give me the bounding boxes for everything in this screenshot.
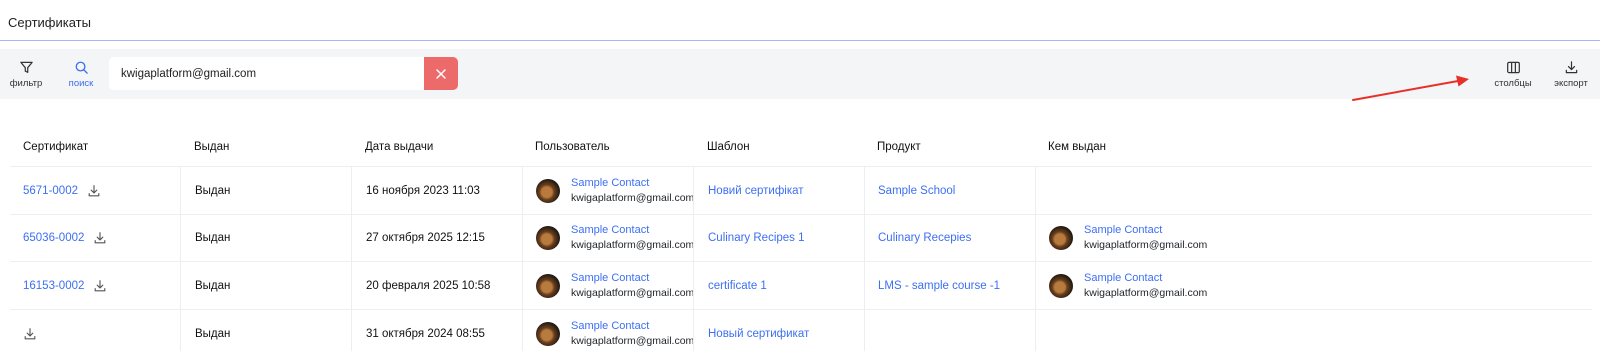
download-icon[interactable]	[93, 279, 107, 293]
template-link[interactable]: Culinary Recipes 1	[708, 232, 805, 244]
issuer-email: kwigaplatform@gmail.com	[1084, 239, 1208, 251]
download-icon	[1565, 60, 1577, 73]
template-link[interactable]: Новий сертифікат	[708, 185, 804, 197]
download-icon[interactable]	[87, 184, 101, 198]
certificate-link[interactable]: 16153-0002	[23, 280, 84, 292]
col-header-issuer[interactable]: Кем выдан	[1048, 128, 1106, 166]
table-header: Сертификат Выдан Дата выдачи Пользовател…	[10, 128, 1592, 167]
filter-icon	[19, 61, 33, 73]
certificate-link[interactable]: 5671-0002	[23, 185, 78, 197]
certificate-link[interactable]: 65036-0002	[23, 232, 84, 244]
user-name-link[interactable]: Sample Contact	[571, 176, 694, 191]
col-header-user[interactable]: Пользователь	[535, 128, 610, 166]
user-email: kwigaplatform@gmail.com	[571, 286, 695, 299]
table-row: 5671-0002 Выдан 16 ноября 2023 11:03 Sam…	[10, 167, 1592, 215]
export-label: экспорт	[1554, 77, 1588, 89]
page-header: Сертификаты	[0, 0, 1600, 41]
issuer-email: kwigaplatform@gmail.com	[1084, 286, 1208, 299]
status-text: Выдан	[195, 232, 231, 244]
issue-date: 20 февраля 2025 10:58	[366, 279, 491, 292]
close-icon	[436, 68, 446, 79]
user-name-link[interactable]: Sample Contact	[571, 319, 694, 334]
avatar	[1049, 273, 1073, 298]
download-icon[interactable]	[93, 231, 107, 245]
template-link[interactable]: certificate 1	[708, 280, 767, 292]
col-header-date[interactable]: Дата выдачи	[365, 128, 433, 166]
user-name-link[interactable]: Sample Contact	[571, 223, 694, 238]
user-cell: Sample Contact kwigaplatform@gmail.com	[536, 176, 694, 206]
table-row: 65036-0002 Выдан 27 октября 2025 12:15 S…	[10, 215, 1592, 262]
issue-date: 31 октября 2024 08:55	[366, 328, 485, 340]
issue-date: 27 октября 2025 12:15	[366, 232, 485, 244]
col-header-product[interactable]: Продукт	[877, 128, 921, 166]
table-row: 16153-0002 Выдан 20 февраля 2025 10:58 S…	[10, 262, 1592, 310]
status-text: Выдан	[195, 184, 231, 197]
search-input[interactable]	[109, 57, 424, 90]
user-email: kwigaplatform@gmail.com	[571, 191, 695, 204]
page-title: Сертификаты	[8, 15, 91, 30]
filter-button[interactable]: фильтр	[8, 49, 44, 99]
avatar	[536, 322, 560, 346]
avatar	[536, 226, 560, 250]
search-button[interactable]: поиск	[64, 49, 98, 99]
search-icon	[75, 61, 88, 74]
issuer-cell: Sample Contact kwigaplatform@gmail.com	[1049, 271, 1207, 301]
columns-label: столбцы	[1494, 77, 1532, 89]
columns-button[interactable]: столбцы	[1491, 49, 1535, 99]
avatar	[536, 273, 560, 298]
clear-search-button[interactable]	[424, 57, 458, 90]
col-header-status[interactable]: Выдан	[194, 128, 229, 166]
template-link[interactable]: Новый сертификат	[708, 328, 809, 340]
columns-icon	[1506, 61, 1520, 73]
filter-label: фильтр	[9, 77, 43, 89]
status-text: Выдан	[195, 328, 231, 340]
issuer-name-link[interactable]: Sample Contact	[1084, 223, 1207, 238]
status-text: Выдан	[195, 279, 231, 292]
issue-date: 16 ноября 2023 11:03	[366, 184, 480, 197]
avatar	[536, 178, 560, 203]
col-header-template[interactable]: Шаблон	[707, 128, 750, 166]
user-cell: Sample Contact kwigaplatform@gmail.com	[536, 223, 694, 253]
table-row: Выдан 31 октября 2024 08:55 Sample Conta…	[10, 310, 1592, 351]
issuer-cell: Sample Contact kwigaplatform@gmail.com	[1049, 223, 1207, 253]
avatar	[1049, 226, 1073, 250]
user-email: kwigaplatform@gmail.com	[571, 239, 695, 251]
product-link[interactable]: LMS - sample course -1	[878, 280, 1000, 292]
issuer-name-link[interactable]: Sample Contact	[1084, 271, 1207, 286]
user-cell: Sample Contact kwigaplatform@gmail.com	[536, 319, 694, 349]
product-link[interactable]: Sample School	[878, 185, 955, 197]
user-name-link[interactable]: Sample Contact	[571, 271, 694, 286]
search-label: поиск	[68, 77, 94, 89]
col-header-certificate[interactable]: Сертификат	[23, 128, 88, 166]
product-link[interactable]: Culinary Recepies	[878, 232, 971, 244]
export-button[interactable]: экспорт	[1551, 49, 1591, 99]
user-email: kwigaplatform@gmail.com	[571, 335, 695, 347]
download-icon[interactable]	[23, 327, 37, 341]
user-cell: Sample Contact kwigaplatform@gmail.com	[536, 271, 694, 301]
